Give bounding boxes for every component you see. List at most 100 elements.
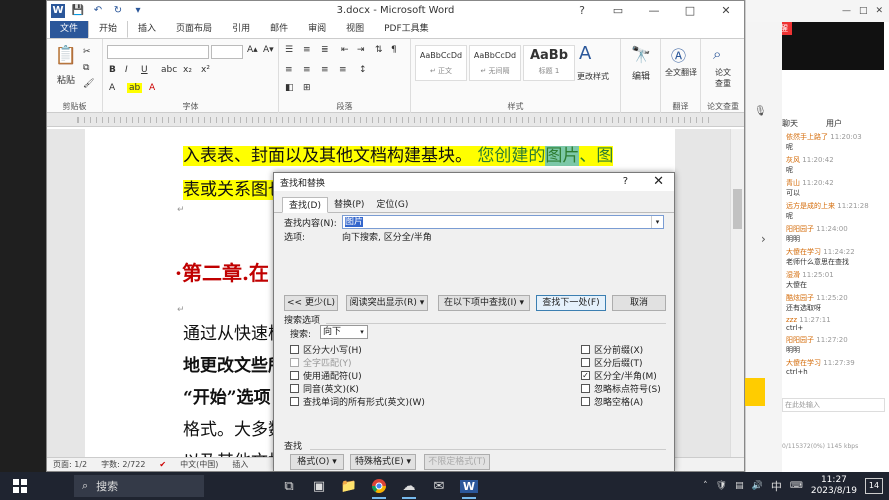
tab-file[interactable]: 文件 — [50, 21, 89, 38]
align-left-icon[interactable]: ≡ — [285, 65, 293, 75]
tab-home[interactable]: 开始 — [88, 20, 129, 38]
dialog-close-button[interactable]: ✕ — [653, 174, 664, 189]
borders-icon[interactable]: ⊞ — [303, 83, 311, 93]
italic-button[interactable]: I — [125, 65, 128, 75]
line-spacing-icon[interactable]: ↕ — [359, 65, 367, 75]
text-effects-icon[interactable]: A — [109, 83, 115, 93]
match-prefix-checkbox[interactable]: 区分前缀(X) — [581, 343, 643, 356]
maximize-button[interactable]: □ — [672, 1, 708, 21]
tab-review[interactable]: 审阅 — [298, 21, 336, 38]
sounds-like-checkbox[interactable]: 同音(英文)(K) — [290, 382, 359, 395]
decrease-indent-icon[interactable]: ⇤ — [341, 45, 349, 55]
tab-references[interactable]: 引用 — [222, 21, 260, 38]
clock[interactable]: 11:27 2023/8/19 — [811, 475, 857, 497]
shrink-font-icon[interactable]: A▾ — [263, 45, 274, 55]
no-formatting-button[interactable]: 不限定格式(T) — [424, 454, 490, 470]
change-styles-button[interactable]: 更改样式 — [571, 71, 615, 82]
taskbar-search[interactable]: ⌕ 搜索 — [74, 475, 204, 497]
align-center-icon[interactable]: ≡ — [303, 65, 311, 75]
task-view-icon[interactable]: ⧉ — [274, 472, 304, 500]
whole-word-checkbox[interactable]: 全字匹配(Y) — [290, 356, 352, 369]
status-language[interactable]: 中文(中国) — [180, 459, 218, 470]
reading-highlight-button[interactable]: 阅读突出显示(R) ▾ — [346, 295, 428, 311]
dialog-help-button[interactable]: ? — [623, 176, 628, 187]
live-app-maximize-icon[interactable]: □ — [859, 6, 868, 16]
sort-icon[interactable]: ⇅ — [375, 45, 383, 55]
cloud-app-icon[interactable]: ☁ — [394, 472, 424, 500]
bold-button[interactable]: B — [109, 65, 116, 75]
all-word-forms-checkbox[interactable]: 查找单词的所有形式(英文)(W) — [290, 395, 425, 408]
subscript-icon[interactable]: x₂ — [183, 65, 192, 75]
ribbon-display-icon[interactable]: ▭ — [600, 1, 636, 21]
minimize-button[interactable]: — — [636, 1, 672, 21]
change-styles-icon[interactable]: A — [579, 43, 591, 64]
live-app-close-icon[interactable]: ✕ — [875, 6, 883, 16]
highlight-icon[interactable]: ab — [127, 83, 143, 93]
mail-icon[interactable]: ✉ — [424, 472, 454, 500]
tab-find[interactable]: 查找(D) — [282, 197, 328, 213]
chrome-icon[interactable] — [364, 472, 394, 500]
match-case-checkbox[interactable]: 区分大小写(H) — [290, 343, 362, 356]
multilevel-list-icon[interactable]: ≣ — [321, 45, 329, 55]
help-icon[interactable]: ? — [564, 1, 600, 21]
translate-icon[interactable]: Ⓐ — [671, 45, 686, 66]
style-heading1[interactable]: AaBb 标题 1 — [523, 45, 575, 81]
search-direction-select[interactable]: 向下 ▾ — [320, 325, 368, 339]
tab-replace[interactable]: 替换(P) — [328, 197, 370, 213]
numbering-icon[interactable]: ≡ — [303, 45, 311, 55]
word-taskbar-icon[interactable]: W — [454, 472, 484, 500]
paste-icon[interactable]: 📋 — [53, 45, 79, 66]
justify-icon[interactable]: ≡ — [339, 65, 347, 75]
tray-chevron-icon[interactable]: ˄ — [703, 481, 708, 491]
start-button[interactable] — [0, 472, 40, 500]
network-icon[interactable]: ▤ — [735, 481, 744, 491]
tab-view[interactable]: 视图 — [336, 21, 374, 38]
special-button[interactable]: 特殊格式(E) ▾ — [350, 454, 416, 470]
keyboard-icon[interactable]: ⌨ — [790, 481, 803, 491]
tab-chat[interactable]: 聊天 — [782, 118, 798, 129]
tab-goto[interactable]: 定位(G) — [370, 197, 414, 213]
wildcards-checkbox[interactable]: 使用通配符(U) — [290, 369, 362, 382]
shading-icon[interactable]: ◧ — [285, 83, 294, 93]
format-button[interactable]: 格式(O) ▾ — [290, 454, 344, 470]
underline-button[interactable]: U — [141, 65, 148, 75]
volume-icon[interactable]: 🔊 — [752, 481, 763, 491]
show-marks-icon[interactable]: ¶ — [391, 45, 397, 55]
find-next-button[interactable]: 查找下一处(F) — [536, 295, 606, 311]
tab-page-layout[interactable]: 页面布局 — [166, 21, 222, 38]
status-words[interactable]: 字数: 2/722 — [101, 459, 145, 470]
find-binoculars-icon[interactable]: 🔭 — [631, 45, 651, 64]
less-button[interactable]: << 更少(L) — [284, 295, 338, 311]
tab-insert[interactable]: 插入 — [128, 21, 166, 38]
ignore-space-checkbox[interactable]: 忽略空格(A) — [581, 395, 643, 408]
ruler[interactable] — [47, 113, 744, 127]
editing-button[interactable]: 编辑 — [625, 69, 657, 82]
paste-button[interactable]: 粘贴 — [51, 73, 81, 86]
close-button[interactable]: ✕ — [708, 1, 744, 21]
match-width-checkbox[interactable]: ✓ 区分全/半角(M) — [581, 369, 657, 382]
chevron-right-icon[interactable]: › — [761, 232, 766, 246]
superscript-icon[interactable]: x² — [201, 65, 210, 75]
full-text-translate-button[interactable]: 全文翻译 — [663, 67, 699, 78]
cut-icon[interactable]: ✂ — [83, 47, 91, 57]
style-no-spacing[interactable]: AaBbCcDd ↵ 无间隔 — [469, 45, 521, 81]
scrollbar-thumb[interactable] — [733, 189, 742, 229]
file-explorer-icon[interactable]: 📁 — [334, 472, 364, 500]
format-painter-icon[interactable]: 🖌 — [83, 79, 94, 89]
microphone-icon[interactable]: 🎙 — [754, 106, 767, 117]
tab-mailings[interactable]: 邮件 — [260, 21, 298, 38]
tab-users[interactable]: 用户 — [826, 118, 842, 129]
increase-indent-icon[interactable]: ⇥ — [357, 45, 365, 55]
bullets-icon[interactable]: ☰ — [285, 45, 293, 55]
yellow-side-tab[interactable] — [745, 378, 765, 406]
paper-check-icon[interactable]: ⌕ — [713, 45, 721, 63]
app-icon[interactable]: ▣ — [304, 472, 334, 500]
strikethrough-icon[interactable]: abc — [161, 65, 177, 75]
find-history-dropdown-icon[interactable]: ▾ — [651, 216, 663, 228]
chat-input[interactable]: 在此处输入 — [782, 398, 885, 412]
grow-font-icon[interactable]: A▴ — [247, 45, 258, 55]
copy-icon[interactable]: ⧉ — [83, 63, 89, 73]
find-in-button[interactable]: 在以下项中查找(I) ▾ — [438, 295, 530, 311]
status-page[interactable]: 页面: 1/2 — [53, 459, 87, 470]
ignore-punctuation-checkbox[interactable]: 忽略标点符号(S) — [581, 382, 661, 395]
